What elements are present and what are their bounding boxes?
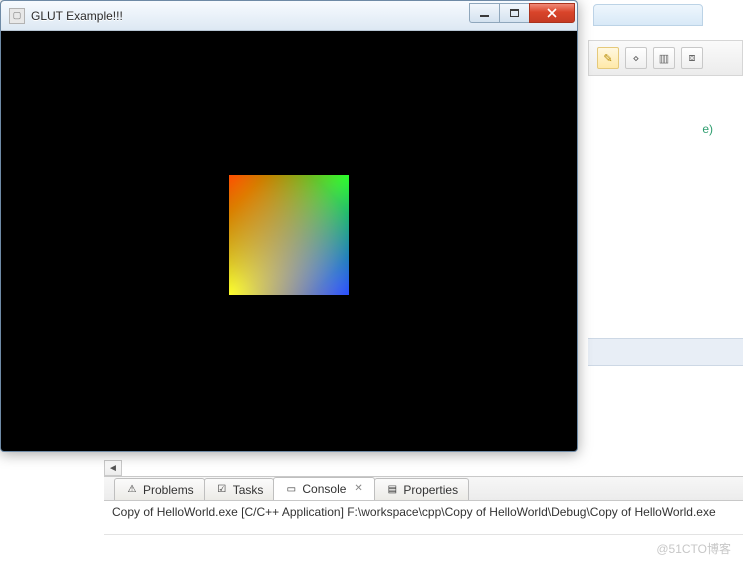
bottom-panel: ⚠ Problems ☑ Tasks ▭ Console ✕ ▤ Propert… xyxy=(104,476,743,536)
tasks-icon: ☑ xyxy=(215,483,229,497)
close-icon[interactable]: ✕ xyxy=(354,484,364,494)
watermark: @51CTO博客 xyxy=(656,540,731,557)
problems-icon: ⚠ xyxy=(125,483,139,497)
tab-problems[interactable]: ⚠ Problems xyxy=(114,478,205,500)
bottom-tabs: ⚠ Problems ☑ Tasks ▭ Console ✕ ▤ Propert… xyxy=(104,477,743,501)
minimize-button[interactable] xyxy=(469,3,499,23)
opengl-viewport xyxy=(2,31,576,450)
tab-label: Properties xyxy=(403,483,458,497)
window-title: GLUT Example!!! xyxy=(31,9,463,23)
app-icon: ▢ xyxy=(9,8,25,24)
maximize-button[interactable] xyxy=(499,3,529,23)
scroll-left-button[interactable]: ◄ xyxy=(104,460,122,476)
filter-icon[interactable]: ⧈ xyxy=(681,47,703,69)
ide-toolbar: ✎ ⋄ ▥ ⧈ xyxy=(588,40,743,76)
tab-console[interactable]: ▭ Console ✕ xyxy=(273,477,375,500)
tab-properties[interactable]: ▤ Properties xyxy=(374,478,469,500)
tab-label: Tasks xyxy=(233,483,264,497)
columns-icon[interactable]: ▥ xyxy=(653,47,675,69)
background-tab-hint xyxy=(593,4,703,26)
console-line: Copy of HelloWorld.exe [C/C++ Applicatio… xyxy=(112,505,716,519)
tag-icon[interactable]: ⋄ xyxy=(625,47,647,69)
color-quad xyxy=(229,175,349,295)
tab-tasks[interactable]: ☑ Tasks xyxy=(204,478,275,500)
ide-side-scroll xyxy=(588,338,743,366)
tab-label: Problems xyxy=(143,483,194,497)
close-button[interactable] xyxy=(529,3,575,23)
window-buttons xyxy=(469,3,575,23)
close-icon xyxy=(547,8,557,18)
console-icon: ▭ xyxy=(284,482,298,496)
edit-icon[interactable]: ✎ xyxy=(597,47,619,69)
titlebar[interactable]: ▢ GLUT Example!!! xyxy=(1,1,577,31)
properties-icon: ▤ xyxy=(385,483,399,497)
console-output: Copy of HelloWorld.exe [C/C++ Applicatio… xyxy=(104,501,743,535)
tab-label: Console xyxy=(302,482,346,496)
editor-hint-text: e) xyxy=(702,122,713,136)
glut-window: ▢ GLUT Example!!! xyxy=(0,0,578,452)
